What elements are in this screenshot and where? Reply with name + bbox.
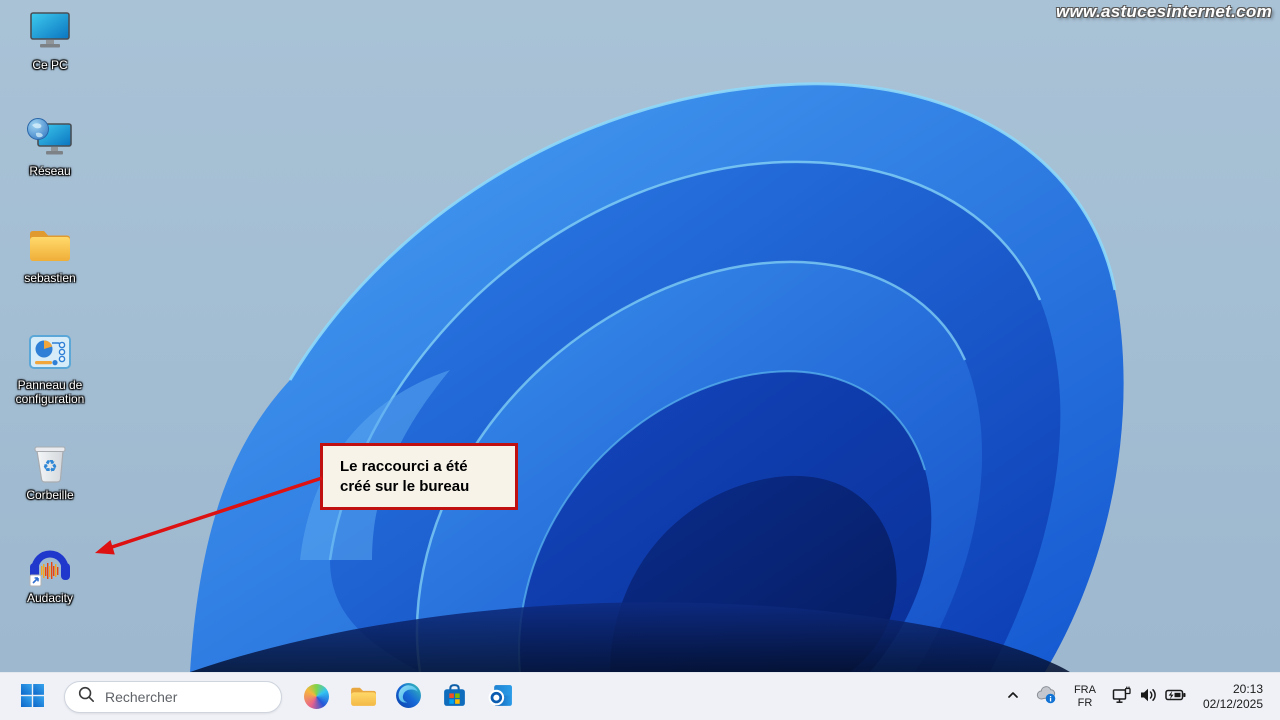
wallpaper-image <box>0 0 1280 672</box>
taskbar: FRA FR <box>0 672 1280 720</box>
audacity-shortcut-icon <box>26 541 74 589</box>
desktop-icon-label: Réseau <box>29 164 71 178</box>
edge-icon <box>395 682 422 712</box>
desktop-icon-label: sebastien <box>24 271 76 285</box>
start-button[interactable] <box>12 677 52 717</box>
recycle-bin-icon: ♻ <box>26 438 74 486</box>
desktop-icon-label: Panneau de configuration <box>15 378 85 406</box>
folder-icon <box>26 221 74 269</box>
taskbar-tray: FRA FR 20:13 02/12/2025 <box>999 677 1280 717</box>
windows-desktop: www.astucesinternet.com Ce PC Réseau seb… <box>0 0 1280 720</box>
taskbar-search[interactable] <box>64 680 282 713</box>
windows-logo-icon <box>20 683 44 710</box>
desktop-icon-sebastien[interactable]: sebastien <box>4 221 96 285</box>
file-explorer-icon <box>349 682 376 712</box>
language-line-2: FR <box>1077 696 1093 709</box>
taskbar-app-outlook[interactable] <box>480 677 520 717</box>
search-icon <box>77 685 95 708</box>
watermark: www.astucesinternet.com <box>1056 2 1272 21</box>
outlook-icon <box>487 682 514 712</box>
taskbar-app-file-explorer[interactable] <box>342 677 382 717</box>
taskbar-app-microsoft-store[interactable] <box>434 677 474 717</box>
tray-language-button[interactable]: FRA FR <box>1067 677 1103 717</box>
cloud-status-icon <box>1036 685 1058 708</box>
desktop-icon-reseau[interactable]: Réseau <box>4 114 96 178</box>
microsoft-store-icon <box>441 682 468 712</box>
chevron-up-icon <box>1006 688 1020 705</box>
network-icon <box>1112 685 1132 708</box>
network-places-icon <box>26 114 74 162</box>
svg-text:♻: ♻ <box>42 457 57 477</box>
desktop-icon-label: Corbeille <box>26 488 74 502</box>
desktop-icon-panneau-configuration[interactable]: Panneau de configuration <box>4 328 96 406</box>
clock-button[interactable]: 20:13 02/12/2025 <box>1196 677 1270 717</box>
annotation-line-1: Le raccourci a été <box>340 457 468 475</box>
copilot-icon <box>303 684 329 709</box>
control-panel-icon <box>26 328 74 376</box>
battery-charging-icon <box>1165 687 1187 706</box>
language-line-1: FRA <box>1073 683 1096 696</box>
annotation-line-2: créé sur le bureau <box>340 477 470 495</box>
search-input[interactable] <box>103 687 267 706</box>
desktop-icon-label: Ce PC <box>32 58 68 72</box>
tray-time: 20:13 <box>1232 681 1263 696</box>
taskbar-app-edge[interactable] <box>388 677 428 717</box>
desktop-icon-audacity[interactable]: Audacity <box>4 541 96 605</box>
tray-date: 02/12/2025 <box>1202 696 1263 711</box>
volume-icon <box>1139 686 1158 707</box>
desktop-icon-ce-pc[interactable]: Ce PC <box>4 8 96 72</box>
computer-icon <box>26 8 74 56</box>
tray-cloud-button[interactable] <box>1029 677 1065 717</box>
quick-settings-button[interactable] <box>1105 677 1194 717</box>
taskbar-app-copilot[interactable] <box>296 677 336 717</box>
desktop-icon-corbeille[interactable]: ♻ Corbeille <box>4 438 96 502</box>
tray-chevron-button[interactable] <box>999 677 1027 717</box>
annotation-callout: Le raccourci a été créé sur le bureau <box>320 443 518 510</box>
taskbar-left-group <box>0 677 520 717</box>
desktop-icon-label: Audacity <box>26 591 74 605</box>
